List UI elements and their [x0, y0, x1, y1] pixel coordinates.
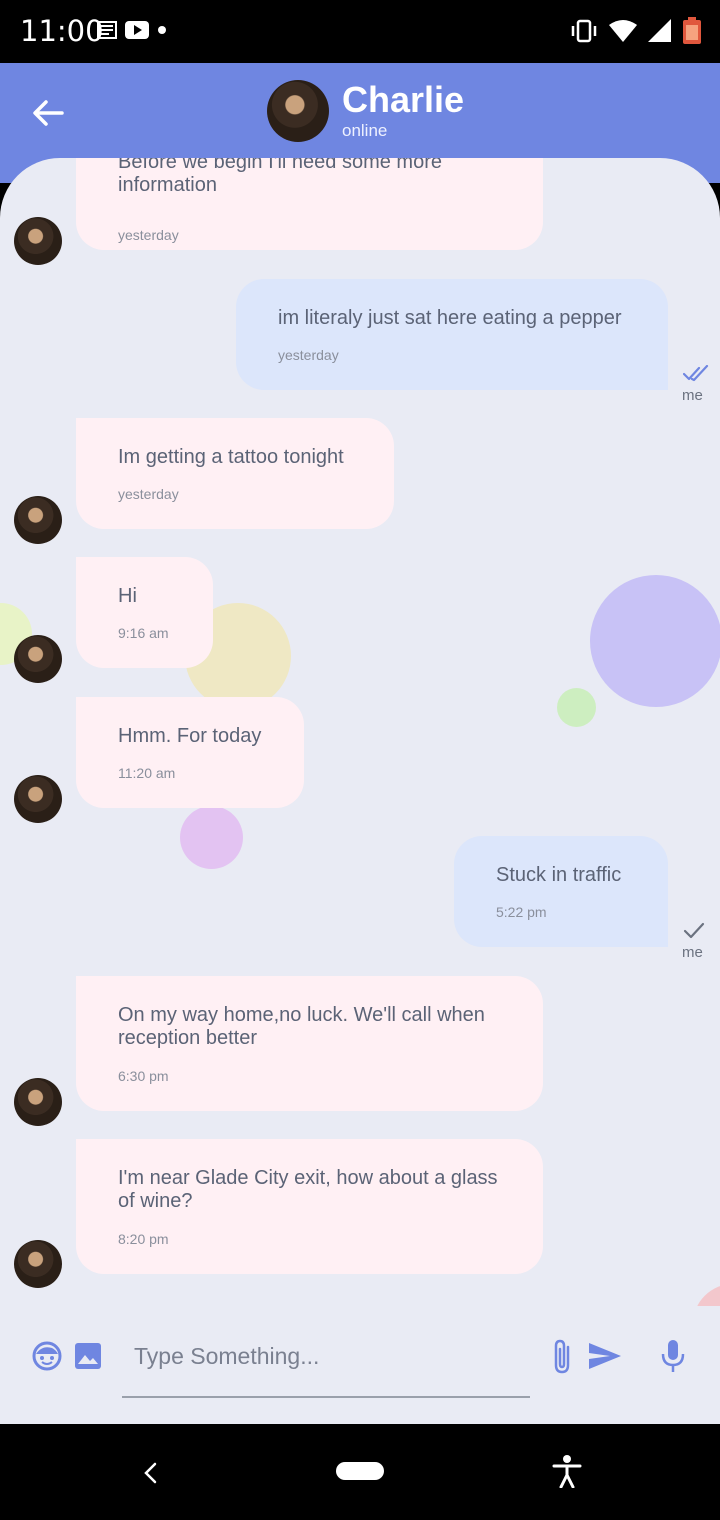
message-bubble[interactable]: Hi 9:16 am [76, 557, 213, 668]
message-bubble[interactable]: Hmm. For today 11:20 am [76, 697, 304, 808]
message-text: On my way home,no luck. We'll call when … [118, 1004, 485, 1049]
message-text: Hmm. For today [118, 725, 262, 747]
message-text: Im getting a tattoo tonight [118, 446, 344, 468]
message-list[interactable]: Before we begin I'll need some more info… [0, 158, 720, 1424]
dot-icon [158, 26, 166, 34]
message-composer [0, 1306, 720, 1424]
sender-avatar[interactable] [14, 775, 62, 823]
message-sender-label: me [682, 944, 703, 961]
message-bubble[interactable]: I'm near Glade City exit, how about a gl… [76, 1139, 543, 1274]
message-bubble[interactable]: On my way home,no luck. We'll call when … [76, 976, 543, 1111]
message-input-wrapper [122, 1336, 546, 1398]
nav-home-button[interactable] [336, 1462, 384, 1480]
sender-avatar[interactable] [14, 217, 62, 265]
vibrate-icon [571, 19, 597, 43]
message-time: 9:16 am [118, 625, 169, 641]
signal-icon [648, 19, 671, 42]
check-icon [683, 922, 705, 939]
message-text: Hi [118, 585, 137, 607]
sender-avatar[interactable] [14, 1078, 62, 1126]
contact-avatar[interactable] [267, 80, 329, 142]
message-text: Stuck in traffic [496, 864, 622, 886]
message-sender-label: me [682, 387, 703, 404]
message-time: 6:30 pm [118, 1068, 169, 1084]
sender-avatar[interactable] [14, 1240, 62, 1288]
message-time: yesterday [278, 347, 339, 363]
contact-name: Charlie [342, 79, 465, 120]
message-time: 8:20 pm [118, 1231, 169, 1247]
status-system-icons [570, 17, 702, 45]
sender-avatar[interactable] [14, 635, 62, 683]
decor-circle [557, 688, 596, 727]
message-bubble[interactable]: Before we begin I'll need some more info… [76, 158, 543, 250]
message-time: yesterday [118, 486, 179, 502]
attach-icon[interactable] [550, 1339, 576, 1375]
accessibility-icon[interactable] [552, 1454, 582, 1488]
send-icon[interactable] [588, 1342, 622, 1370]
news-icon [97, 21, 117, 39]
message-bubble[interactable]: Stuck in traffic 5:22 pm [454, 836, 668, 947]
decor-circle [180, 806, 243, 869]
status-time: 11:00 [20, 14, 104, 48]
mic-icon[interactable] [660, 1339, 686, 1373]
status-notification-icons [97, 20, 167, 40]
message-time: yesterday [118, 227, 179, 243]
emoji-icon[interactable] [32, 1341, 62, 1371]
nav-back-icon[interactable] [142, 1462, 160, 1484]
message-bubble[interactable]: im literaly just sat here eating a peppe… [236, 279, 668, 390]
image-icon[interactable] [74, 1342, 102, 1370]
youtube-icon [125, 21, 149, 39]
message-text: Before we begin I'll need some more info… [118, 158, 442, 196]
message-text: I'm near Glade City exit, how about a gl… [118, 1167, 498, 1212]
double-check-icon [683, 365, 709, 382]
message-input[interactable] [122, 1336, 546, 1376]
message-text: im literaly just sat here eating a peppe… [278, 307, 622, 329]
wifi-icon [609, 20, 637, 42]
message-bubble[interactable]: Im getting a tattoo tonight yesterday [76, 418, 394, 529]
sender-avatar[interactable] [14, 496, 62, 544]
status-bar: 11:00 [0, 0, 720, 63]
system-nav-bar [0, 1424, 720, 1520]
battery-icon [683, 17, 701, 44]
message-time: 5:22 pm [496, 904, 547, 920]
contact-status: online [342, 121, 388, 140]
back-arrow-icon[interactable] [28, 93, 68, 133]
decor-circle [590, 575, 720, 707]
message-time: 11:20 am [118, 765, 176, 781]
